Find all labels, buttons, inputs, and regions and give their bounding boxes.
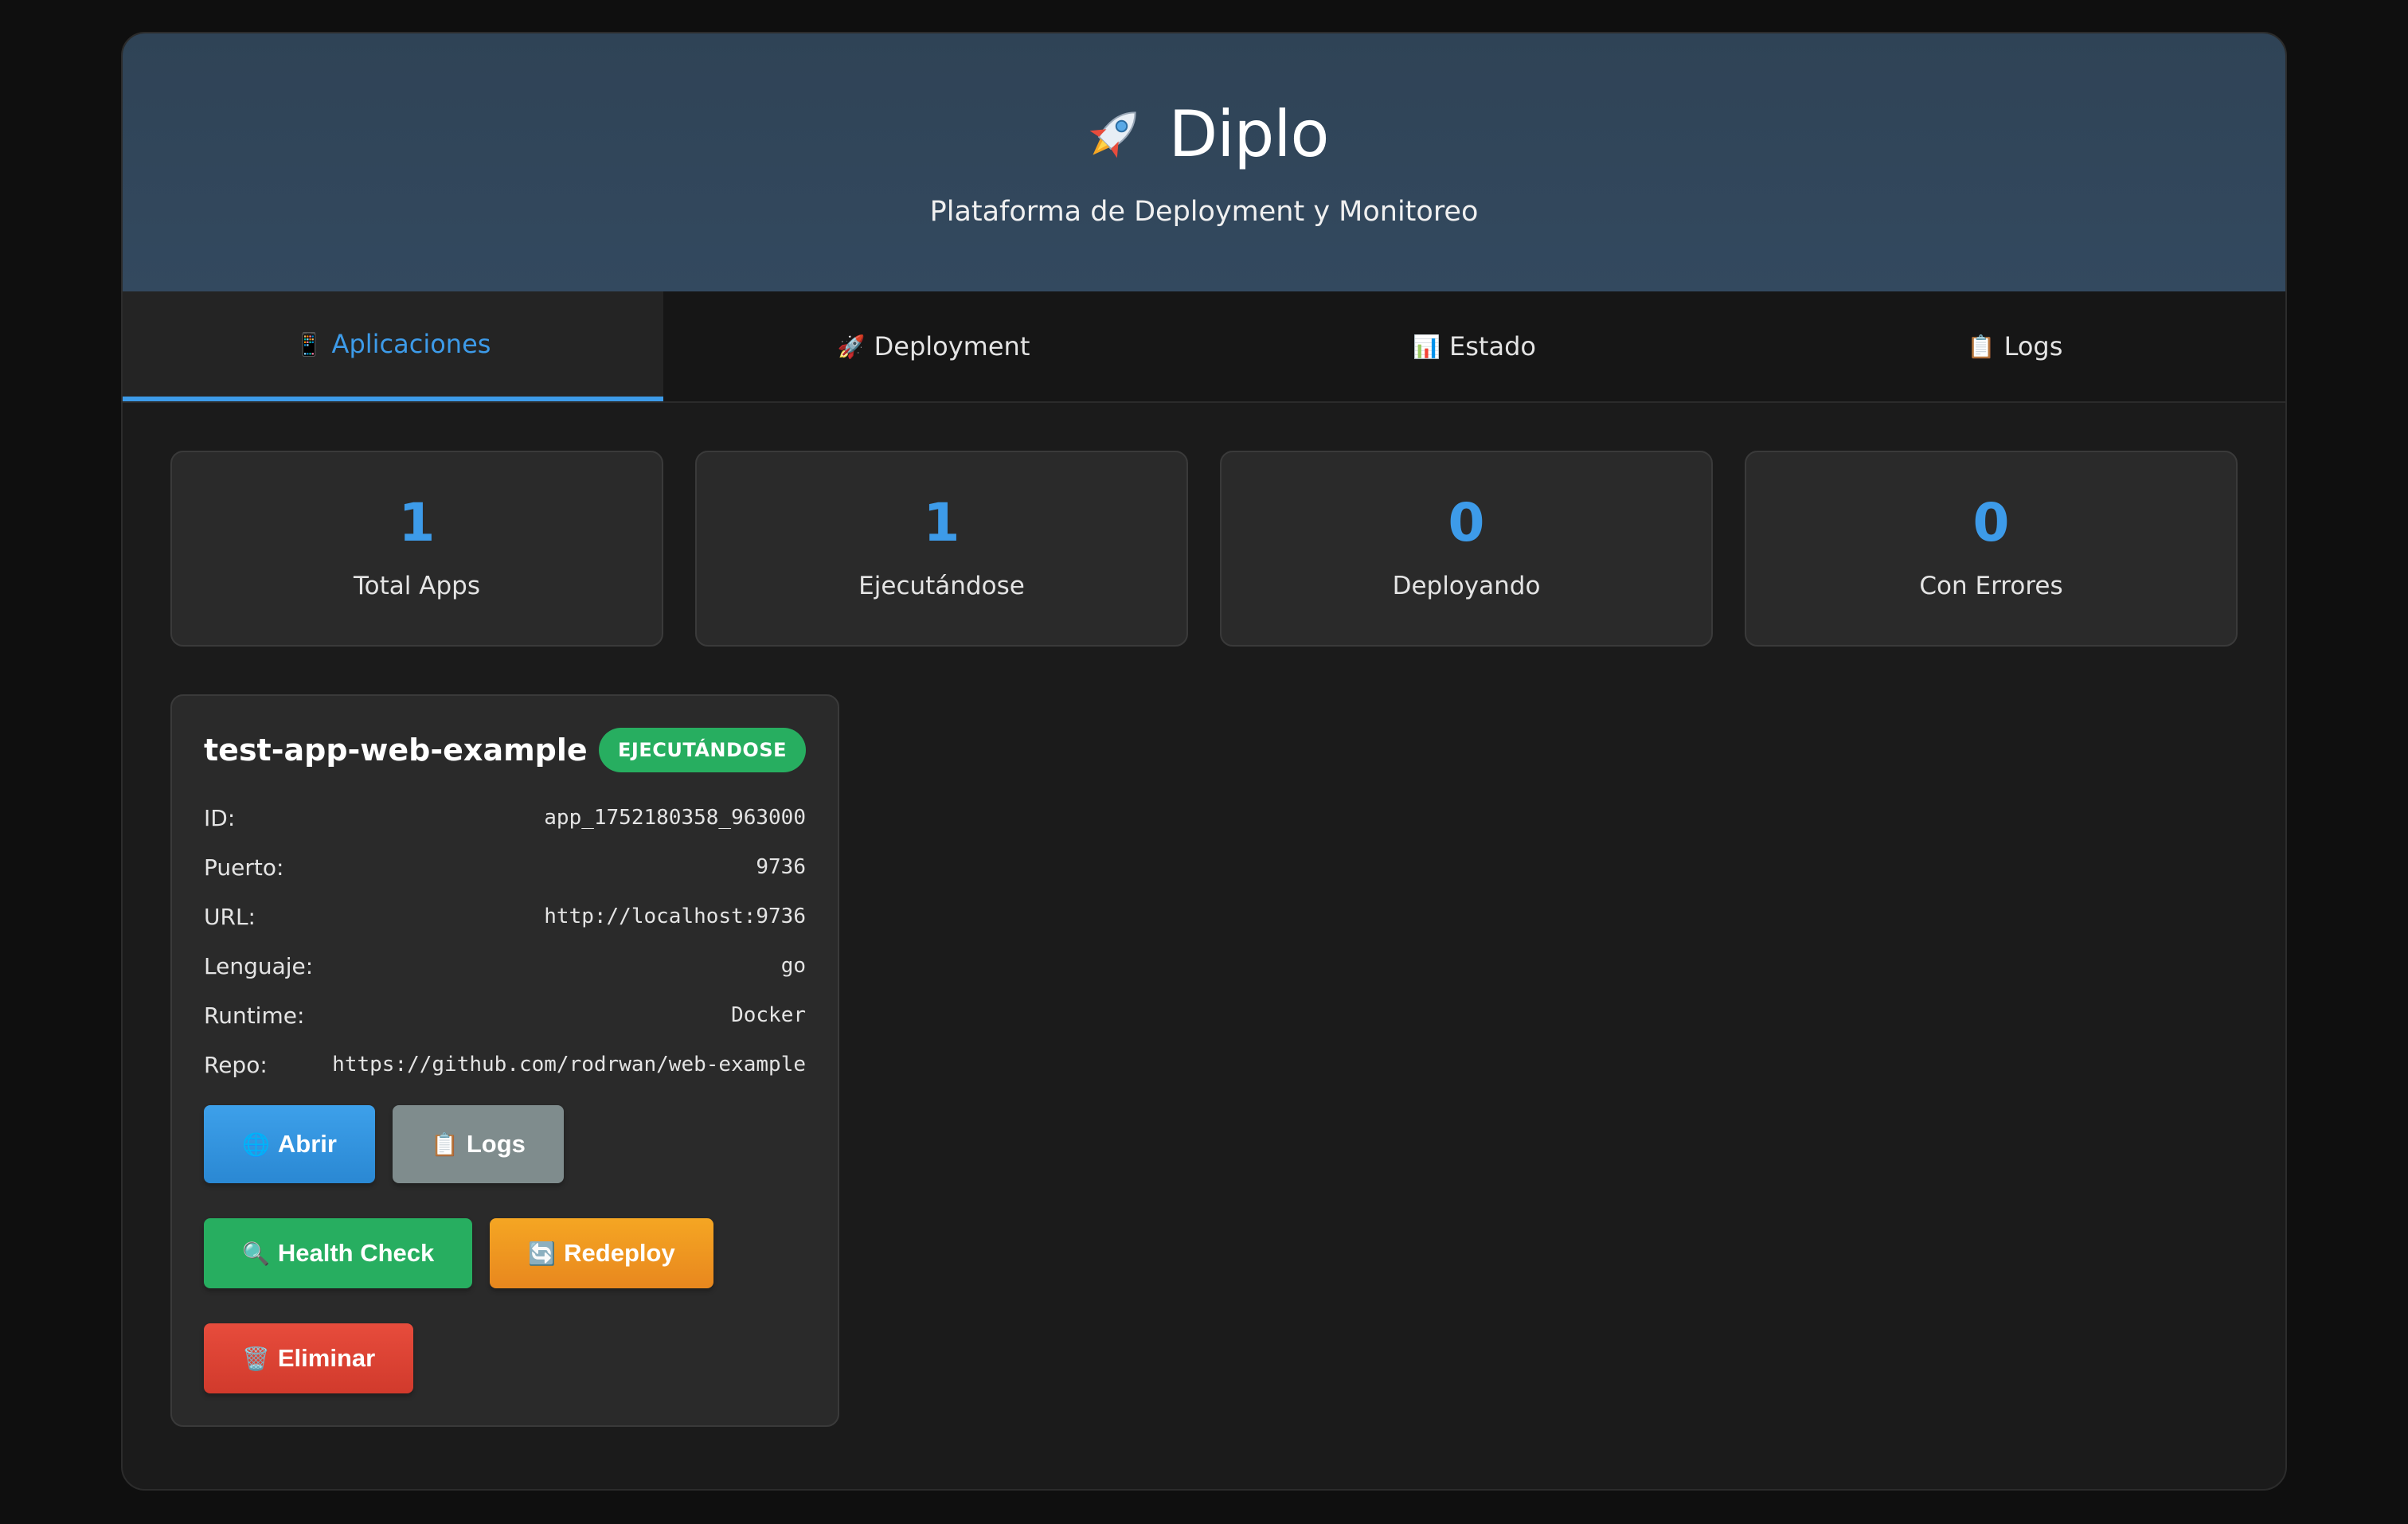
title-row: Diplo (123, 94, 2285, 174)
delete-button[interactable]: 🗑️ Eliminar (204, 1323, 414, 1393)
stat-value: 1 (923, 492, 960, 553)
page-header: Diplo Plataforma de Deployment y Monitor… (123, 33, 2285, 291)
page-subtitle: Plataforma de Deployment y Monitoreo (929, 196, 1479, 228)
tab-label: Estado (1449, 331, 1536, 361)
stat-label: Total Apps (354, 572, 480, 600)
bar-chart-icon: 📊 (1413, 333, 1440, 360)
tab-label: Aplicaciones (331, 329, 491, 359)
rocket-icon (1089, 111, 1136, 158)
clipboard-icon: 📋 (1967, 333, 1996, 360)
redeploy-button[interactable]: 🔄 Redeploy (490, 1218, 713, 1288)
detail-label: Repo: (204, 1051, 268, 1078)
clipboard-icon: 📋 (430, 1131, 459, 1157)
app-card: test-app-web-example EJECUTÁNDOSE ID: ap… (170, 694, 839, 1427)
detail-row-runtime: Runtime: Docker (204, 991, 806, 1040)
button-label: Health Check (277, 1239, 435, 1267)
app-name: test-app-web-example (204, 733, 588, 768)
tab-aplicaciones[interactable]: 📱 Aplicaciones (123, 291, 663, 401)
tab-bar: 📱 Aplicaciones 🚀 Deployment 📊 Estado 📋 L… (123, 291, 2285, 403)
detail-value: Docker (731, 1003, 806, 1027)
tab-label: Deployment (874, 331, 1030, 361)
rocket-icon: 🚀 (837, 333, 866, 360)
button-label: Eliminar (277, 1344, 376, 1372)
detail-label: Lenguaje: (204, 952, 314, 979)
detail-label: Puerto: (204, 854, 284, 881)
trash-icon: 🗑️ (242, 1346, 270, 1371)
stat-card-deploying: 0 Deployando (1220, 451, 1713, 647)
detail-row-language: Lenguaje: go (204, 941, 806, 991)
detail-value: app_1752180358_963000 (544, 806, 806, 830)
status-badge: EJECUTÁNDOSE (599, 728, 806, 772)
detail-value: https://github.com/rodrwan/web-example (332, 1053, 806, 1077)
stat-label: Deployando (1392, 572, 1541, 600)
refresh-icon: 🔄 (528, 1241, 557, 1266)
button-label: Abrir (277, 1130, 337, 1158)
detail-row-id: ID: app_1752180358_963000 (204, 793, 806, 842)
detail-value: http://localhost:9736 (544, 905, 806, 928)
detail-value: 9736 (756, 855, 806, 879)
detail-label: ID: (204, 804, 236, 831)
stat-label: Con Errores (1919, 572, 2063, 600)
stat-card-total-apps: 1 Total Apps (170, 451, 663, 647)
mobile-phone-icon: 📱 (295, 330, 323, 358)
logs-button[interactable]: 📋 Logs (392, 1105, 564, 1183)
app-actions: 🌐 Abrir 📋 Logs 🔍 Health Check 🔄 Redeploy (204, 1105, 806, 1393)
app-window: Diplo Plataforma de Deployment y Monitor… (121, 32, 2287, 1491)
stat-card-running: 1 Ejecutándose (695, 451, 1188, 647)
stat-value: 0 (1448, 492, 1485, 553)
open-button[interactable]: 🌐 Abrir (204, 1105, 375, 1183)
globe-icon: 🌐 (242, 1131, 270, 1157)
tab-logs[interactable]: 📋 Logs (1745, 291, 2285, 401)
main-content: 1 Total Apps 1 Ejecutándose 0 Deployando… (123, 403, 2285, 1427)
page-title: Diplo (1168, 96, 1330, 171)
button-label: Redeploy (564, 1239, 675, 1267)
stat-value: 0 (1972, 492, 2010, 553)
stat-card-errors: 0 Con Errores (1745, 451, 2238, 647)
stat-value: 1 (398, 492, 436, 553)
stats-row: 1 Total Apps 1 Ejecutándose 0 Deployando… (170, 451, 2238, 647)
detail-row-url: URL: http://localhost:9736 (204, 892, 806, 941)
detail-label: URL: (204, 903, 256, 930)
detail-value: go (780, 954, 806, 978)
tab-deployment[interactable]: 🚀 Deployment (663, 291, 1204, 401)
app-card-header: test-app-web-example EJECUTÁNDOSE (204, 728, 806, 772)
tab-label: Logs (2003, 331, 2063, 361)
magnifier-icon: 🔍 (242, 1241, 270, 1266)
detail-row-port: Puerto: 9736 (204, 842, 806, 892)
health-check-button[interactable]: 🔍 Health Check (204, 1218, 473, 1288)
tab-estado[interactable]: 📊 Estado (1204, 291, 1745, 401)
detail-row-repo: Repo: https://github.com/rodrwan/web-exa… (204, 1040, 806, 1089)
detail-label: Runtime: (204, 1002, 305, 1029)
button-label: Logs (466, 1130, 526, 1158)
stat-label: Ejecutándose (858, 572, 1025, 600)
